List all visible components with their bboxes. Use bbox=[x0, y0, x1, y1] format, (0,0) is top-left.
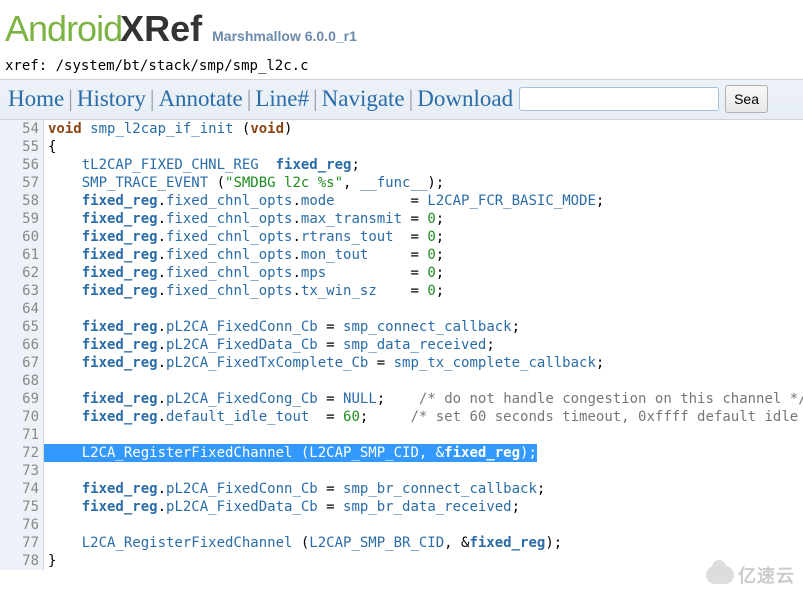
code-content[interactable]: fixed_reg.fixed_chnl_opts.max_transmit =… bbox=[44, 210, 444, 228]
code-content[interactable]: fixed_reg.pL2CA_FixedData_Cb = smp_br_da… bbox=[44, 498, 520, 516]
line-number[interactable]: 74 bbox=[0, 480, 44, 498]
navigation-bar: Home|History|Annotate|Line#|Navigate|Dow… bbox=[0, 79, 803, 120]
line-number[interactable]: 68 bbox=[0, 372, 44, 390]
search-button[interactable]: Sea bbox=[725, 85, 768, 113]
code-content[interactable]: fixed_reg.pL2CA_FixedConn_Cb = smp_conne… bbox=[44, 318, 520, 336]
code-line: 59 fixed_reg.fixed_chnl_opts.max_transmi… bbox=[0, 210, 803, 228]
code-content[interactable]: L2CA_RegisterFixedChannel (L2CAP_SMP_CID… bbox=[44, 444, 537, 462]
code-content[interactable]: { bbox=[44, 138, 56, 156]
nav-download[interactable]: Download bbox=[417, 86, 513, 111]
xref-label: xref: bbox=[5, 58, 56, 74]
code-line: 77 L2CA_RegisterFixedChannel (L2CAP_SMP_… bbox=[0, 534, 803, 552]
code-content[interactable]: L2CA_RegisterFixedChannel (L2CAP_SMP_BR_… bbox=[44, 534, 562, 552]
line-number[interactable]: 66 bbox=[0, 336, 44, 354]
code-line: 55{ bbox=[0, 138, 803, 156]
line-number[interactable]: 59 bbox=[0, 210, 44, 228]
filepath-segment[interactable]: system bbox=[64, 58, 115, 74]
code-line: 75 fixed_reg.pL2CA_FixedData_Cb = smp_br… bbox=[0, 498, 803, 516]
code-line: 67 fixed_reg.pL2CA_FixedTxComplete_Cb = … bbox=[0, 354, 803, 372]
code-content[interactable]: fixed_reg.pL2CA_FixedTxComplete_Cb = smp… bbox=[44, 354, 604, 372]
line-number[interactable]: 54 bbox=[0, 120, 44, 138]
code-content[interactable]: fixed_reg.pL2CA_FixedConn_Cb = smp_br_co… bbox=[44, 480, 545, 498]
code-line: 71 bbox=[0, 426, 803, 444]
code-content[interactable]: fixed_reg.fixed_chnl_opts.mode = L2CAP_F… bbox=[44, 192, 604, 210]
line-number[interactable]: 64 bbox=[0, 300, 44, 318]
line-number[interactable]: 75 bbox=[0, 498, 44, 516]
line-number[interactable]: 67 bbox=[0, 354, 44, 372]
code-line: 62 fixed_reg.fixed_chnl_opts.mps = 0; bbox=[0, 264, 803, 282]
code-content[interactable]: tL2CAP_FIXED_CHNL_REG fixed_reg; bbox=[44, 156, 360, 174]
line-number[interactable]: 76 bbox=[0, 516, 44, 534]
code-line: 69 fixed_reg.pL2CA_FixedCong_Cb = NULL; … bbox=[0, 390, 803, 408]
logo-area: AndroidXRef Marshmallow 6.0.0_r1 bbox=[0, 0, 803, 55]
code-line: 76 bbox=[0, 516, 803, 534]
search-input[interactable] bbox=[519, 87, 719, 111]
code-content[interactable] bbox=[44, 516, 48, 534]
line-number[interactable]: 72 bbox=[0, 444, 44, 462]
code-line: 61 fixed_reg.fixed_chnl_opts.mon_tout = … bbox=[0, 246, 803, 264]
logo-android[interactable]: AndroidXRef bbox=[5, 8, 202, 50]
line-number[interactable]: 65 bbox=[0, 318, 44, 336]
nav-annotate[interactable]: Annotate bbox=[158, 86, 242, 111]
line-number[interactable]: 61 bbox=[0, 246, 44, 264]
code-line: 56 tL2CAP_FIXED_CHNL_REG fixed_reg; bbox=[0, 156, 803, 174]
line-number[interactable]: 69 bbox=[0, 390, 44, 408]
code-line: 54void smp_l2cap_if_init (void) bbox=[0, 120, 803, 138]
source-code-area: 54void smp_l2cap_if_init (void)55{56 tL2… bbox=[0, 120, 803, 570]
code-content[interactable]: fixed_reg.pL2CA_FixedData_Cb = smp_data_… bbox=[44, 336, 495, 354]
filepath-segment[interactable]: stack bbox=[148, 58, 190, 74]
code-content[interactable]: fixed_reg.fixed_chnl_opts.mps = 0; bbox=[44, 264, 444, 282]
line-number[interactable]: 63 bbox=[0, 282, 44, 300]
code-content[interactable]: } bbox=[44, 552, 56, 570]
line-number[interactable]: 58 bbox=[0, 192, 44, 210]
line-number[interactable]: 62 bbox=[0, 264, 44, 282]
code-line: 64 bbox=[0, 300, 803, 318]
line-number[interactable]: 55 bbox=[0, 138, 44, 156]
code-line: 70 fixed_reg.default_idle_tout = 60; /* … bbox=[0, 408, 803, 426]
code-line: 68 bbox=[0, 372, 803, 390]
code-content[interactable]: fixed_reg.fixed_chnl_opts.rtrans_tout = … bbox=[44, 228, 444, 246]
code-content[interactable] bbox=[44, 300, 48, 318]
code-content[interactable]: void smp_l2cap_if_init (void) bbox=[44, 120, 292, 138]
code-content[interactable] bbox=[44, 462, 48, 480]
code-content[interactable]: SMP_TRACE_EVENT ("SMDBG l2c %s", __func_… bbox=[44, 174, 444, 192]
code-line: 74 fixed_reg.pL2CA_FixedConn_Cb = smp_br… bbox=[0, 480, 803, 498]
filepath-segment[interactable]: smp bbox=[199, 58, 224, 74]
line-number[interactable]: 57 bbox=[0, 174, 44, 192]
code-line: 58 fixed_reg.fixed_chnl_opts.mode = L2CA… bbox=[0, 192, 803, 210]
nav-history[interactable]: History bbox=[77, 86, 146, 111]
code-content[interactable]: fixed_reg.default_idle_tout = 60; /* set… bbox=[44, 408, 803, 426]
line-number[interactable]: 70 bbox=[0, 408, 44, 426]
code-line: 60 fixed_reg.fixed_chnl_opts.rtrans_tout… bbox=[0, 228, 803, 246]
code-line: 66 fixed_reg.pL2CA_FixedData_Cb = smp_da… bbox=[0, 336, 803, 354]
nav-home[interactable]: Home bbox=[8, 86, 64, 111]
line-number[interactable]: 73 bbox=[0, 462, 44, 480]
code-line: 57 SMP_TRACE_EVENT ("SMDBG l2c %s", __fu… bbox=[0, 174, 803, 192]
line-number[interactable]: 77 bbox=[0, 534, 44, 552]
line-number[interactable]: 78 bbox=[0, 552, 44, 570]
code-line: 63 fixed_reg.fixed_chnl_opts.tx_win_sz =… bbox=[0, 282, 803, 300]
line-number[interactable]: 71 bbox=[0, 426, 44, 444]
code-line: 73 bbox=[0, 462, 803, 480]
filepath-segment[interactable]: smp_l2c.c bbox=[233, 58, 309, 74]
code-content[interactable] bbox=[44, 426, 48, 444]
filepath-segment[interactable]: bt bbox=[123, 58, 140, 74]
logo-version: Marshmallow 6.0.0_r1 bbox=[212, 28, 357, 44]
line-number[interactable]: 60 bbox=[0, 228, 44, 246]
file-path-breadcrumb: xref: /system/bt/stack/smp/smp_l2c.c bbox=[0, 55, 803, 79]
nav-line[interactable]: Line# bbox=[255, 86, 309, 111]
code-line: 65 fixed_reg.pL2CA_FixedConn_Cb = smp_co… bbox=[0, 318, 803, 336]
code-content[interactable] bbox=[44, 372, 48, 390]
code-content[interactable]: fixed_reg.pL2CA_FixedCong_Cb = NULL; /* … bbox=[44, 390, 803, 408]
nav-navigate[interactable]: Navigate bbox=[322, 86, 405, 111]
code-line: 72 L2CA_RegisterFixedChannel (L2CAP_SMP_… bbox=[0, 444, 803, 462]
code-content[interactable]: fixed_reg.fixed_chnl_opts.tx_win_sz = 0; bbox=[44, 282, 444, 300]
line-number[interactable]: 56 bbox=[0, 156, 44, 174]
code-content[interactable]: fixed_reg.fixed_chnl_opts.mon_tout = 0; bbox=[44, 246, 444, 264]
code-line: 78} bbox=[0, 552, 803, 570]
